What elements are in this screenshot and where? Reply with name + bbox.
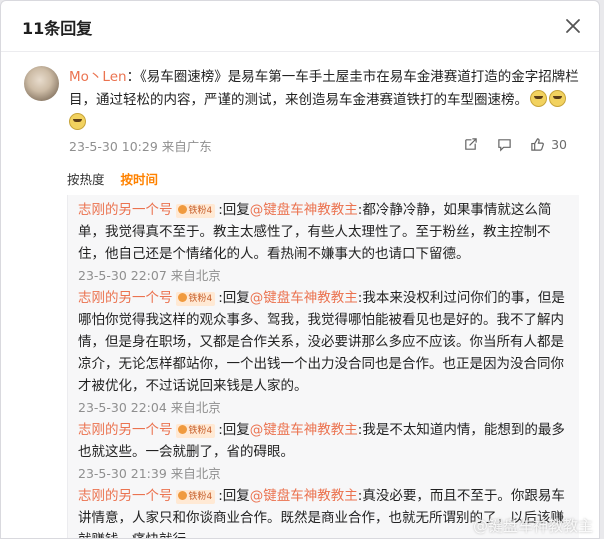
list-item: 志刚的另一个号 铁粉4:回复@键盘车神教教主:我本来没权利过问你们的事，但是哪怕你… [78,287,567,419]
fan-badge-label: 铁粉4 [188,206,213,216]
fan-badge-icon [177,491,187,500]
fan-badge: 铁粉4 [175,292,216,306]
list-item: 志刚的另一个号 铁粉4:回复@键盘车神教教主:我是不太知道内情，能想到的最多也就这… [78,419,567,485]
fan-badge: 铁粉4 [175,490,216,504]
close-icon[interactable] [561,14,585,38]
reply-prefix: :回复 [218,290,250,306]
reply-text: 志刚的另一个号 铁粉4:回复@键盘车神教教主:我本来没权利过问你们的事，但是哪怕你… [78,287,567,397]
reply-text: 志刚的另一个号 铁粉4:回复@键盘车神教教主:我是不太知道内情，能想到的最多也就这… [78,419,567,463]
list-item: 志刚的另一个号 铁粉4:回复@键盘车神教教主:都冷静冷静，如果事情就这么简单，我觉… [78,199,567,287]
like-count: 30 [551,136,567,152]
reply-time: 23-5-30 22:07 来自北京 [78,268,221,283]
fan-badge-icon [177,293,187,302]
reply-prefix: :回复 [218,202,250,218]
fan-badge: 铁粉4 [175,424,216,438]
list-item: 志刚的另一个号 铁粉4:回复@键盘车神教教主:真没必要，而且不至于。你跟易车讲情意… [78,485,567,538]
reply-list: 志刚的另一个号 铁粉4:回复@键盘车神教教主:都冷静冷静，如果事情就这么简单，我觉… [67,195,579,538]
reply-time: 23-5-30 22:04 来自北京 [78,400,221,415]
reply-nickname[interactable]: 志刚的另一个号 [78,202,173,218]
fan-badge: 铁粉4 [175,204,216,218]
dialog-title: 11条回复 [22,19,93,38]
fan-badge-icon [177,425,187,434]
reply-time: 23-5-30 21:39 来自北京 [78,466,221,481]
sort-by-hot[interactable]: 按热度 [67,172,105,187]
reply-dialog: 11条回复 Mo丶Len：《易车圈速榜》是易车第一车手土屋圭市在易车金港赛道打造… [0,0,600,539]
reply-prefix: :回复 [218,422,250,438]
root-comment: Mo丶Len：《易车圈速榜》是易车第一车手土屋圭市在易车金港赛道打造的金字招牌栏… [24,66,581,154]
root-comment-actions: 30 [462,136,567,152]
mention-link[interactable]: @键盘车神教教主 [250,202,358,218]
reply-text: 志刚的另一个号 铁粉4:回复@键盘车神教教主:都冷静冷静，如果事情就这么简单，我觉… [78,199,567,265]
dialog-header: 11条回复 [1,1,599,52]
emoji-icon [69,113,86,130]
mention-link[interactable]: @键盘车神教教主 [250,488,358,504]
emoji-icon [549,90,566,107]
share-icon[interactable] [462,136,478,152]
root-comment-time: 23-5-30 10:29 来自广东 [69,139,212,154]
emoji-icon [530,90,547,107]
reply-prefix: :回复 [218,488,250,504]
comment-icon[interactable] [496,136,512,152]
mention-link[interactable]: @键盘车神教教主 [250,290,358,306]
fan-badge-icon [177,205,187,214]
reply-nickname[interactable]: 志刚的另一个号 [78,422,173,438]
thumbs-up-icon [531,137,545,151]
fan-badge-label: 铁粉4 [188,492,213,502]
root-comment-body: ：《易车圈速榜》是易车第一车手土屋圭市在易车金港赛道打造的金字招牌栏目，通过轻松… [69,69,579,108]
reply-text: 志刚的另一个号 铁粉4:回复@键盘车神教教主:真没必要，而且不至于。你跟易车讲情意… [78,485,567,538]
mention-link[interactable]: @键盘车神教教主 [250,422,358,438]
sort-by-time[interactable]: 按时间 [121,172,159,187]
sort-tabs: 按热度 按时间 [67,169,170,188]
reply-nickname[interactable]: 志刚的另一个号 [78,488,173,504]
fan-badge-label: 铁粉4 [188,426,213,436]
root-comment-text: Mo丶Len：《易车圈速榜》是易车第一车手土屋圭市在易车金港赛道打造的金字招牌栏… [69,66,581,135]
fan-badge-label: 铁粉4 [188,294,213,304]
avatar[interactable] [24,66,59,101]
reply-nickname[interactable]: 志刚的另一个号 [78,290,173,306]
like-button[interactable]: 30 [530,136,567,152]
root-comment-username[interactable]: Mo丶Len [69,69,127,85]
